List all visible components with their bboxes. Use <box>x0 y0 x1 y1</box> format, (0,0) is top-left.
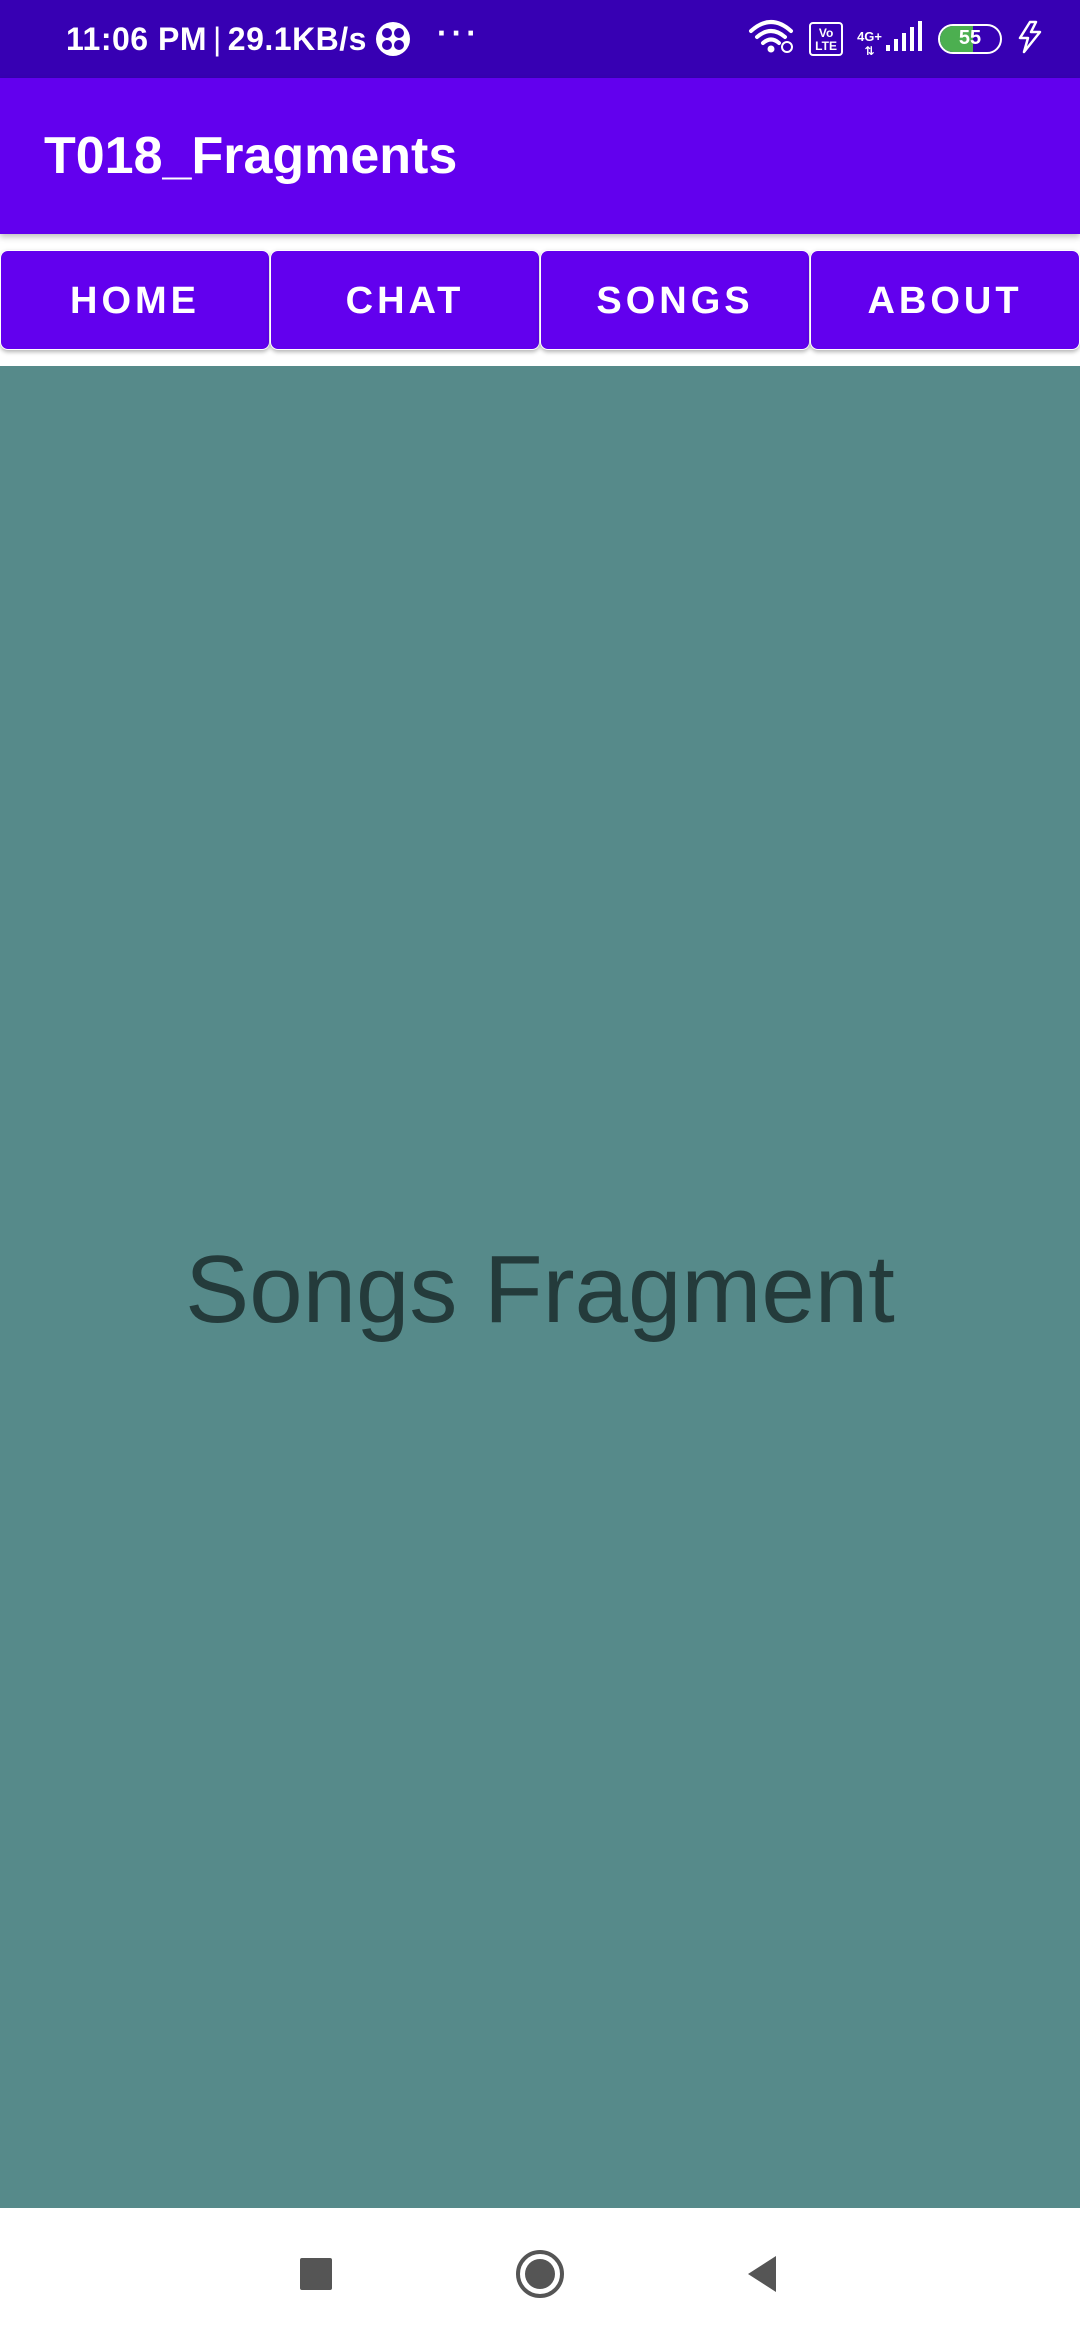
fragment-container: Songs Fragment <box>0 366 1080 2208</box>
status-net-speed: 29.1KB/s <box>227 20 367 57</box>
network-type-label: 4G+ <box>857 28 882 44</box>
battery-percent: 55 <box>958 27 982 49</box>
back-triangle-icon[interactable] <box>738 2248 790 2300</box>
app-notification-icon <box>375 21 411 57</box>
more-notifications-icon: ··· <box>436 14 481 51</box>
tab-songs-button[interactable]: SONGS <box>540 250 810 350</box>
fragment-text: Songs Fragment <box>185 1236 895 1343</box>
signal-group: 4G+ ⇅ <box>857 20 924 58</box>
status-time: 11:06 PM <box>66 20 207 57</box>
status-bar: 11:06 PM | 29.1KB/s ··· Vo LTE 4G+ ⇅ 55 <box>0 0 1080 78</box>
status-separator: | <box>212 20 222 57</box>
data-arrows-icon: ⇅ <box>864 43 875 58</box>
app-bar: T018_Fragments <box>0 78 1080 234</box>
home-circle-icon[interactable] <box>514 2248 566 2300</box>
network-type: 4G+ ⇅ <box>857 28 882 58</box>
tab-chat-button[interactable]: CHAT <box>270 250 540 350</box>
screen: 11:06 PM | 29.1KB/s ··· Vo LTE 4G+ ⇅ 55 … <box>0 0 1080 2340</box>
status-left: 11:06 PM | 29.1KB/s ··· <box>66 0 481 78</box>
volte-label-bottom: LTE <box>815 39 837 53</box>
signal-icon <box>884 20 924 58</box>
tab-row: HOME CHAT SONGS ABOUT <box>0 250 1080 350</box>
status-right: Vo LTE 4G+ ⇅ 55 <box>747 0 1044 78</box>
app-title: T018_Fragments <box>44 127 458 185</box>
charging-icon <box>1016 20 1044 59</box>
tab-about-button[interactable]: ABOUT <box>810 250 1080 350</box>
tab-home-button[interactable]: HOME <box>0 250 270 350</box>
navigation-bar <box>0 2208 1080 2340</box>
wifi-icon <box>747 19 795 60</box>
battery-icon: 55 <box>938 24 1002 54</box>
volte-icon: Vo LTE <box>809 22 844 56</box>
recents-square-icon[interactable] <box>290 2248 342 2300</box>
